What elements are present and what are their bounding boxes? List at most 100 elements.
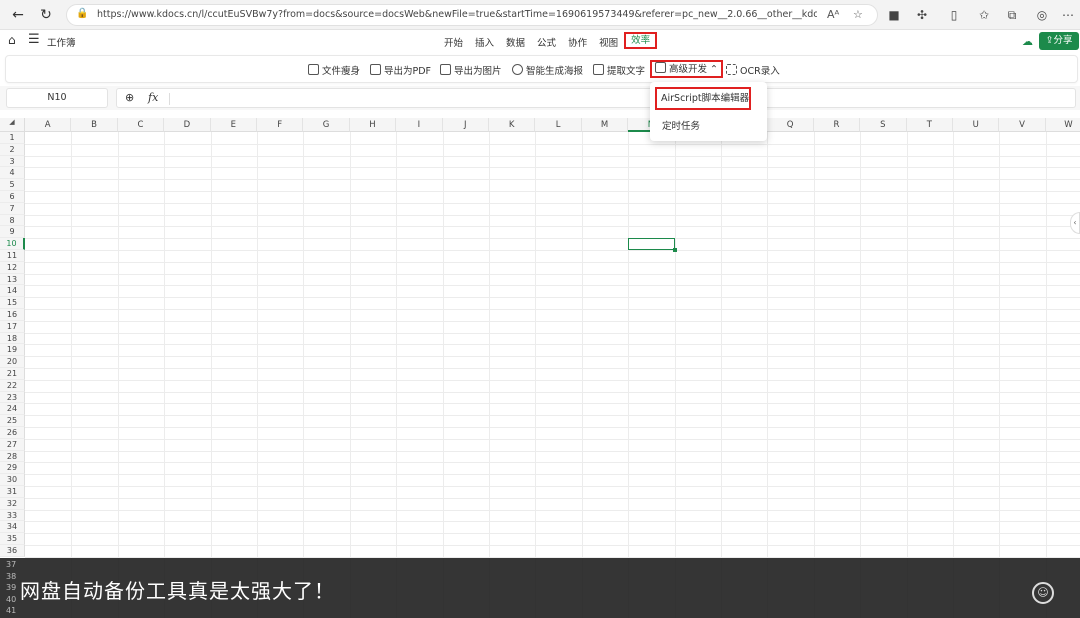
- document-title[interactable]: 工作簿: [47, 35, 76, 49]
- address-bar[interactable]: 🔒 https://www.kdocs.cn/l/ccutEuSVBw7y?fr…: [66, 4, 878, 26]
- row-header[interactable]: 32: [0, 497, 25, 510]
- puzzle-icon[interactable]: ✣: [914, 7, 930, 23]
- row-header[interactable]: 26: [0, 427, 25, 439]
- row-header[interactable]: 27: [0, 438, 25, 451]
- more-icon[interactable]: ⋯: [1060, 7, 1076, 23]
- file-slim-icon: [308, 64, 319, 75]
- row-header[interactable]: 21: [0, 368, 25, 380]
- profile-icon[interactable]: ◎: [1034, 7, 1050, 23]
- zoom-icon[interactable]: ⊕: [125, 91, 134, 104]
- poster-button[interactable]: 智能生成海报: [512, 63, 583, 77]
- tab-insert[interactable]: 插入: [469, 35, 500, 49]
- export-image-button[interactable]: 导出为图片: [440, 63, 502, 77]
- selected-cell[interactable]: [628, 238, 675, 250]
- row-header[interactable]: 14: [0, 285, 25, 298]
- favorites-icon[interactable]: ✩: [976, 7, 992, 23]
- column-header[interactable]: R: [813, 118, 861, 132]
- extract-text-button[interactable]: 提取文字: [593, 63, 645, 77]
- airscript-editor-item[interactable]: AirScript脚本编辑器: [655, 87, 751, 110]
- favorite-star-icon[interactable]: ☆: [853, 8, 863, 21]
- tab-efficiency[interactable]: 效率: [624, 32, 658, 49]
- spreadsheet-grid[interactable]: ◢ ABCDEFGHIJKLMNOPQRSTUVW123456789101112…: [0, 118, 1080, 618]
- column-header[interactable]: S: [860, 118, 907, 132]
- row-header[interactable]: 33: [0, 509, 25, 522]
- extract-text-icon: [593, 64, 604, 75]
- share-label: 分享: [1053, 35, 1073, 46]
- row-header[interactable]: 4: [0, 167, 25, 180]
- row-header[interactable]: 6: [0, 191, 25, 203]
- column-header[interactable]: J: [442, 118, 489, 132]
- row-header[interactable]: 1: [0, 132, 25, 144]
- column-header[interactable]: D: [164, 118, 211, 132]
- tab-start[interactable]: 开始: [438, 35, 469, 49]
- file-slim-button[interactable]: 文件瘦身: [308, 63, 360, 77]
- collections-icon[interactable]: ⧉: [1004, 7, 1020, 23]
- row-header[interactable]: 23: [0, 391, 25, 404]
- tab-data[interactable]: 数据: [500, 35, 531, 49]
- column-header[interactable]: A: [25, 118, 72, 132]
- column-header[interactable]: M: [581, 118, 629, 132]
- row-header[interactable]: 35: [0, 533, 25, 545]
- row-header[interactable]: 13: [0, 273, 25, 286]
- ocr-button[interactable]: OCR录入: [726, 63, 780, 77]
- row-header[interactable]: 36: [0, 545, 25, 557]
- row-header[interactable]: 31: [0, 486, 25, 498]
- row-header[interactable]: 25: [0, 415, 25, 427]
- column-header[interactable]: W: [1045, 118, 1080, 132]
- row-header[interactable]: 17: [0, 320, 25, 333]
- row-header[interactable]: 19: [0, 344, 25, 357]
- column-header[interactable]: L: [535, 118, 582, 132]
- column-header[interactable]: B: [71, 118, 118, 132]
- column-header[interactable]: G: [303, 118, 350, 132]
- row-header[interactable]: 20: [0, 356, 25, 368]
- hamburger-menu-icon[interactable]: ☰: [28, 32, 40, 47]
- column-header[interactable]: I: [396, 118, 443, 132]
- fill-handle[interactable]: [672, 248, 677, 252]
- extension-icon[interactable]: ■: [886, 7, 902, 23]
- column-header[interactable]: V: [999, 118, 1046, 132]
- scheduled-task-item[interactable]: 定时任务: [662, 118, 700, 132]
- row-header[interactable]: 7: [0, 202, 25, 215]
- read-aloud-icon[interactable]: Aᴬ: [827, 8, 839, 21]
- back-arrow-icon[interactable]: ←: [8, 6, 28, 24]
- select-all-corner[interactable]: ◢: [0, 118, 25, 132]
- column-header[interactable]: H: [349, 118, 397, 132]
- name-box[interactable]: N10: [6, 88, 108, 108]
- export-pdf-button[interactable]: 导出为PDF: [370, 63, 431, 77]
- row-header[interactable]: 5: [0, 179, 25, 191]
- tab-formula[interactable]: 公式: [531, 35, 562, 49]
- column-header[interactable]: C: [117, 118, 165, 132]
- row-header[interactable]: 12: [0, 261, 25, 274]
- advanced-dev-button[interactable]: 高级开发 ⌃: [650, 60, 723, 78]
- row-header[interactable]: 15: [0, 297, 25, 309]
- row-header[interactable]: 8: [0, 214, 25, 227]
- row-header[interactable]: 22: [0, 379, 25, 392]
- column-header[interactable]: E: [210, 118, 257, 132]
- refresh-icon[interactable]: ↻: [36, 6, 56, 24]
- column-header[interactable]: F: [257, 118, 304, 132]
- row-header[interactable]: 3: [0, 155, 25, 168]
- column-header[interactable]: U: [953, 118, 1000, 132]
- row-header[interactable]: 11: [0, 250, 25, 262]
- row-header[interactable]: 9: [0, 226, 25, 239]
- row-header[interactable]: 16: [0, 309, 25, 321]
- split-screen-icon[interactable]: ▯: [946, 7, 962, 23]
- column-header[interactable]: K: [489, 118, 536, 132]
- column-header[interactable]: Q: [767, 118, 814, 132]
- home-icon[interactable]: ⌂: [8, 33, 22, 47]
- grid-row-line: [25, 261, 1080, 263]
- row-header[interactable]: 28: [0, 450, 25, 463]
- tab-view[interactable]: 视图: [593, 35, 624, 49]
- column-header[interactable]: T: [906, 118, 953, 132]
- row-header[interactable]: 34: [0, 521, 25, 534]
- function-icon[interactable]: fx: [148, 91, 158, 104]
- row-header[interactable]: 24: [0, 403, 25, 416]
- formula-input[interactable]: ⊕ fx: [116, 88, 1076, 108]
- tab-collaborate[interactable]: 协作: [562, 35, 593, 49]
- row-header[interactable]: 10: [0, 238, 25, 250]
- row-header[interactable]: 2: [0, 143, 25, 156]
- share-button[interactable]: ⇪分享: [1039, 32, 1079, 50]
- row-header[interactable]: 29: [0, 462, 25, 475]
- row-header[interactable]: 30: [0, 474, 25, 486]
- row-header[interactable]: 18: [0, 332, 25, 345]
